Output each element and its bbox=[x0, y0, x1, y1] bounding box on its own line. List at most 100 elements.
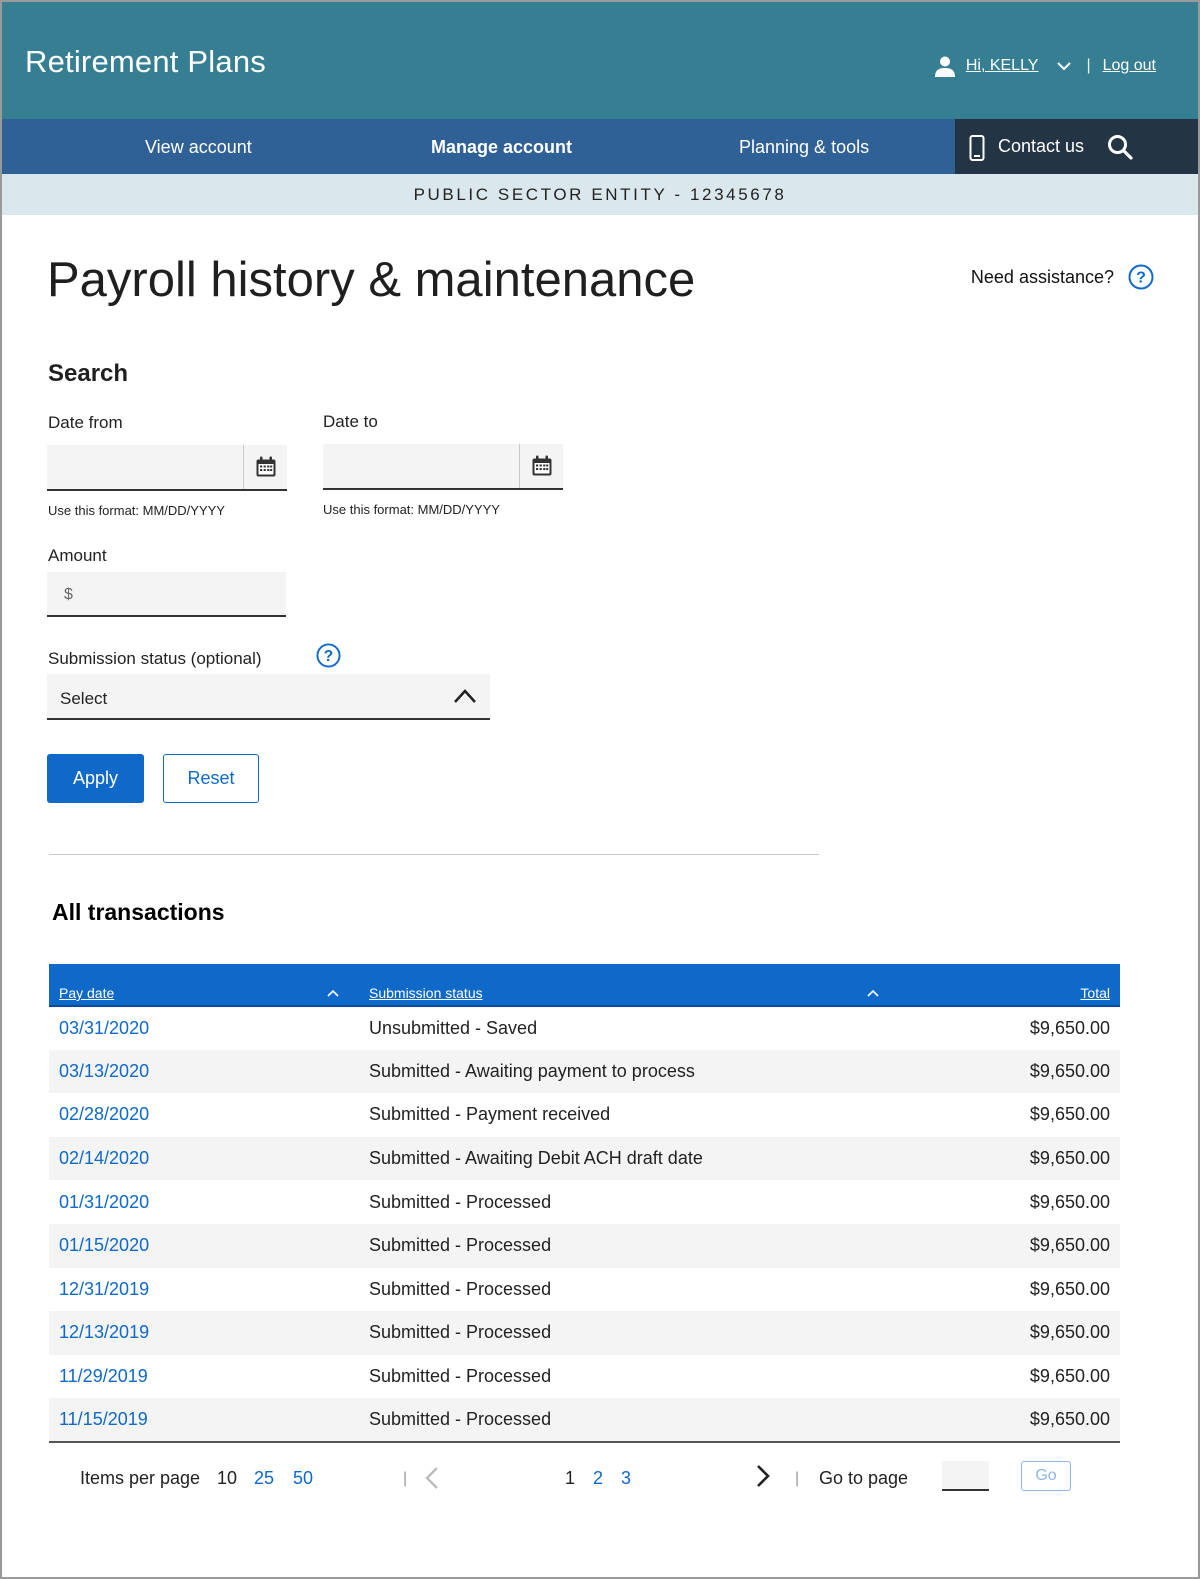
nav-view-account[interactable]: View account bbox=[145, 137, 252, 158]
amount-prefix: $ bbox=[64, 586, 73, 603]
pagination: Items per page 10 25 50 | 1 2 3 | Go to … bbox=[49, 1442, 1120, 1514]
amount-field: $ bbox=[47, 572, 286, 617]
status-cell: Submitted - Processed bbox=[369, 1191, 552, 1212]
date-to-calendar-button[interactable] bbox=[519, 444, 563, 488]
table-row: 02/14/2020 Submitted - Awaiting Debit AC… bbox=[49, 1136, 1120, 1181]
header-separator: | bbox=[1086, 57, 1091, 74]
pay-date-link[interactable]: 12/13/2019 bbox=[59, 1322, 149, 1342]
chevron-down-icon[interactable] bbox=[1056, 58, 1072, 74]
pay-date-link[interactable]: 03/13/2020 bbox=[59, 1061, 149, 1081]
page-size-10[interactable]: 10 bbox=[217, 1468, 237, 1489]
total-cell: $9,650.00 bbox=[1029, 1060, 1110, 1081]
submission-status-column-header: Submission status bbox=[359, 964, 899, 1007]
table-row: 12/31/2019 Submitted - Processed $9,650.… bbox=[49, 1268, 1120, 1312]
help-circle-icon[interactable]: ? bbox=[1128, 264, 1154, 290]
status-cell: Submitted - Awaiting payment to process bbox=[369, 1060, 695, 1081]
submission-status-label: Submission status (optional) bbox=[48, 649, 262, 668]
sort-up-icon[interactable] bbox=[327, 989, 339, 997]
entity-bar: PUBLIC SECTOR ENTITY - 12345678 bbox=[2, 174, 1198, 215]
search-title: Search bbox=[48, 360, 129, 387]
table-row: 11/29/2019 Submitted - Processed $9,650.… bbox=[49, 1355, 1120, 1399]
calendar-icon bbox=[256, 456, 275, 477]
total-cell: $9,650.00 bbox=[1029, 1148, 1110, 1169]
entity-label: PUBLIC SECTOR ENTITY - 12345678 bbox=[413, 185, 787, 204]
pay-date-cell: 03/31/2020 bbox=[49, 1006, 359, 1050]
table-row: 03/13/2020 Submitted - Awaiting payment … bbox=[49, 1049, 1120, 1094]
page-frame: Retirement Plans Hi, KELLY | Log out Vie… bbox=[0, 0, 1200, 1579]
chevron-up-icon bbox=[454, 689, 476, 703]
go-to-page-input[interactable] bbox=[942, 1461, 989, 1491]
total-cell: $9,650.00 bbox=[1029, 1104, 1110, 1125]
user-greeting-link[interactable]: Hi, KELLY bbox=[966, 57, 1039, 75]
sort-up-icon[interactable] bbox=[867, 989, 879, 997]
pay-date-link[interactable]: 01/31/2020 bbox=[59, 1192, 149, 1212]
go-button[interactable]: Go bbox=[1021, 1461, 1071, 1491]
date-from-input[interactable] bbox=[47, 445, 243, 489]
table-row: 01/15/2020 Submitted - Processed $9,650.… bbox=[49, 1223, 1120, 1268]
chevron-left-icon[interactable] bbox=[425, 1466, 439, 1490]
app-title: Retirement Plans bbox=[25, 44, 266, 79]
items-per-page-label: Items per page bbox=[80, 1468, 201, 1488]
pay-date-cell: 11/15/2019 bbox=[49, 1398, 359, 1442]
reset-button[interactable]: Reset bbox=[163, 754, 259, 803]
user-menu: Hi, KELLY | Log out bbox=[933, 54, 1156, 78]
date-to-input[interactable] bbox=[323, 444, 519, 488]
need-assistance[interactable]: Need assistance? ? bbox=[971, 264, 1154, 290]
submission-status-sort-link[interactable]: Submission status bbox=[369, 985, 483, 1001]
page-3[interactable]: 3 bbox=[621, 1468, 631, 1489]
help-circle-icon[interactable]: ? bbox=[316, 643, 341, 668]
pay-date-link[interactable]: 02/28/2020 bbox=[59, 1104, 149, 1124]
svg-text:?: ? bbox=[324, 648, 333, 665]
pay-date-link[interactable]: 02/14/2020 bbox=[59, 1148, 149, 1168]
date-from-label: Date from bbox=[48, 413, 123, 432]
pay-date-cell: 12/13/2019 bbox=[49, 1311, 359, 1355]
pay-date-link[interactable]: 11/29/2019 bbox=[59, 1366, 148, 1386]
pager-separator: | bbox=[403, 1470, 408, 1487]
status-cell: Unsubmitted - Saved bbox=[369, 1017, 538, 1038]
pay-date-link[interactable]: 01/15/2020 bbox=[59, 1235, 149, 1255]
need-assistance-label: Need assistance? bbox=[970, 266, 1114, 287]
total-sort-link[interactable]: Total bbox=[1080, 985, 1110, 1001]
user-icon bbox=[934, 56, 955, 77]
logout-link[interactable]: Log out bbox=[1103, 57, 1156, 75]
page-2[interactable]: 2 bbox=[593, 1468, 603, 1489]
nav-planning-tools[interactable]: Planning & tools bbox=[739, 137, 869, 158]
page-size-25[interactable]: 25 bbox=[254, 1468, 274, 1489]
total-cell: $9,650.00 bbox=[1029, 1409, 1110, 1430]
date-from-calendar-button[interactable] bbox=[243, 445, 287, 489]
contact-us-link[interactable]: Contact us bbox=[998, 136, 1084, 157]
date-to-hint: Use this format: MM/DD/YYYY bbox=[323, 502, 500, 517]
top-header: Retirement Plans Hi, KELLY | Log out bbox=[2, 2, 1198, 119]
table-row: 12/13/2019 Submitted - Processed $9,650.… bbox=[49, 1311, 1120, 1355]
submission-status-value: Select bbox=[60, 689, 108, 708]
calendar-icon bbox=[532, 455, 551, 476]
amount-input[interactable] bbox=[79, 572, 279, 615]
search-icon[interactable] bbox=[1107, 134, 1133, 160]
transactions-title: All transactions bbox=[52, 899, 225, 925]
table-header-row: Pay date Submission status Total bbox=[49, 964, 1120, 1007]
date-from-field bbox=[47, 445, 287, 491]
apply-button[interactable]: Apply bbox=[47, 754, 144, 803]
total-cell: $9,650.00 bbox=[1029, 1191, 1110, 1212]
main-nav: View account Manage account Planning & t… bbox=[2, 119, 1198, 174]
page-1[interactable]: 1 bbox=[565, 1468, 575, 1489]
submission-status-select[interactable]: Select bbox=[47, 674, 490, 720]
pay-date-link[interactable]: 11/15/2019 bbox=[59, 1409, 148, 1429]
svg-text:?: ? bbox=[1136, 270, 1146, 287]
pay-date-sort-link[interactable]: Pay date bbox=[59, 985, 114, 1001]
phone-icon bbox=[969, 135, 985, 161]
status-cell: Submitted - Processed bbox=[369, 1366, 552, 1387]
pager-separator: | bbox=[795, 1470, 800, 1487]
transactions-table: Pay date Submission status Total 03/31/2… bbox=[49, 964, 1120, 1443]
page-size-50[interactable]: 50 bbox=[293, 1468, 313, 1489]
chevron-right-icon[interactable] bbox=[756, 1464, 770, 1488]
table-row: 11/15/2019 Submitted - Processed $9,650.… bbox=[49, 1398, 1120, 1442]
nav-utility: Contact us bbox=[955, 119, 1198, 174]
pay-date-cell: 02/28/2020 bbox=[49, 1093, 359, 1137]
pay-date-cell: 11/29/2019 bbox=[49, 1355, 359, 1399]
table-row: 01/31/2020 Submitted - Processed $9,650.… bbox=[49, 1180, 1120, 1224]
pay-date-link[interactable]: 12/31/2019 bbox=[59, 1279, 149, 1299]
nav-manage-account[interactable]: Manage account bbox=[431, 137, 572, 158]
pay-date-link[interactable]: 03/31/2020 bbox=[59, 1018, 149, 1038]
date-from-hint: Use this format: MM/DD/YYYY bbox=[48, 503, 225, 518]
